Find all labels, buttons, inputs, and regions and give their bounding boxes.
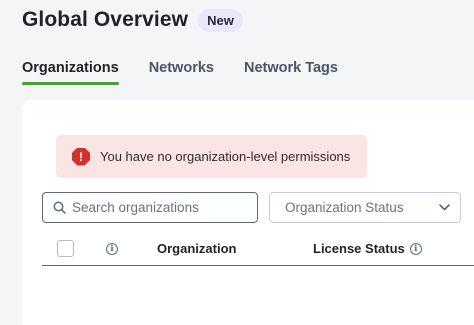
tab-organizations[interactable]: Organizations <box>22 60 119 76</box>
column-license-status[interactable]: License Status i <box>313 241 422 256</box>
permission-alert: ! You have no organization-level permiss… <box>56 135 367 178</box>
column-organization[interactable]: Organization <box>157 241 236 256</box>
organization-status-select[interactable]: Organization Status <box>269 192 461 223</box>
chevron-down-icon <box>439 204 450 211</box>
search-input[interactable] <box>72 200 242 215</box>
organization-status-label: Organization Status <box>285 200 404 215</box>
search-box[interactable] <box>42 192 258 223</box>
tab-network-tags[interactable]: Network Tags <box>244 60 338 76</box>
page-header: Global Overview New <box>22 8 243 32</box>
new-badge: New <box>198 8 243 32</box>
alert-message: You have no organization-level permissio… <box>100 149 351 164</box>
alert-octagon-icon: ! <box>72 147 90 166</box>
column-license-status-label: License Status <box>313 241 405 256</box>
table-header: i Organization License Status i <box>42 236 474 266</box>
page-title: Global Overview <box>22 8 189 31</box>
tab-bar: Organizations Networks Network Tags <box>22 60 368 76</box>
active-tab-indicator <box>22 82 119 85</box>
info-icon[interactable]: i <box>106 243 118 255</box>
search-icon <box>53 201 66 214</box>
tab-networks[interactable]: Networks <box>149 60 214 76</box>
info-icon[interactable]: i <box>409 242 422 255</box>
select-all-checkbox[interactable] <box>57 240 74 257</box>
